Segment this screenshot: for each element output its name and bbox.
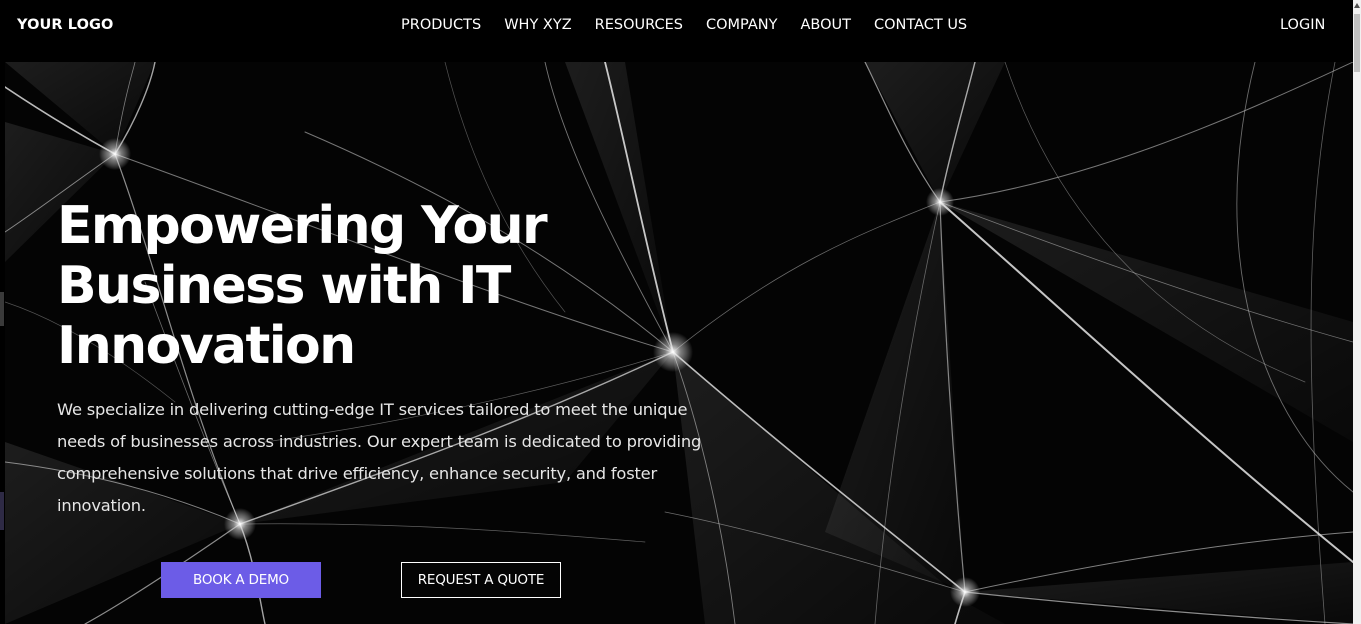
edge-marker: [0, 492, 4, 530]
hero-title: Empowering Your Business with IT Innovat…: [57, 196, 617, 376]
nav-link-contact-us[interactable]: CONTACT US: [874, 17, 967, 33]
nav-link-products[interactable]: PRODUCTS: [401, 17, 481, 33]
nav-link-company[interactable]: COMPANY: [706, 17, 778, 33]
site-logo[interactable]: YOUR LOGO: [17, 17, 113, 33]
scroll-up-arrow-icon[interactable]: [1354, 3, 1360, 8]
hero-title-line: Business with IT: [57, 256, 511, 316]
hero-description: We specialize in delivering cutting-edge…: [57, 400, 702, 515]
nav-link-resources[interactable]: RESOURCES: [595, 17, 683, 33]
nav-link-about[interactable]: ABOUT: [800, 17, 851, 33]
nav-links: PRODUCTS WHY XYZ RESOURCES COMPANY ABOUT…: [401, 17, 967, 33]
nav-link-why-xyz[interactable]: WHY XYZ: [504, 17, 571, 33]
hero-title-line: Empowering Your: [57, 196, 548, 256]
hero-title-line: Innovation: [57, 316, 356, 376]
page-scrollbar[interactable]: [1353, 0, 1361, 624]
request-quote-button[interactable]: REQUEST A QUOTE: [401, 562, 561, 598]
landing-page: YOUR LOGO PRODUCTS WHY XYZ RESOURCES COM…: [0, 0, 1361, 624]
top-navbar: YOUR LOGO PRODUCTS WHY XYZ RESOURCES COM…: [0, 0, 1353, 53]
window-edge: [0, 0, 5, 624]
scrollbar-thumb[interactable]: [1354, 14, 1360, 72]
login-link[interactable]: LOGIN: [1280, 17, 1325, 33]
edge-marker: [0, 292, 4, 326]
book-demo-button[interactable]: BOOK A DEMO: [161, 562, 321, 598]
